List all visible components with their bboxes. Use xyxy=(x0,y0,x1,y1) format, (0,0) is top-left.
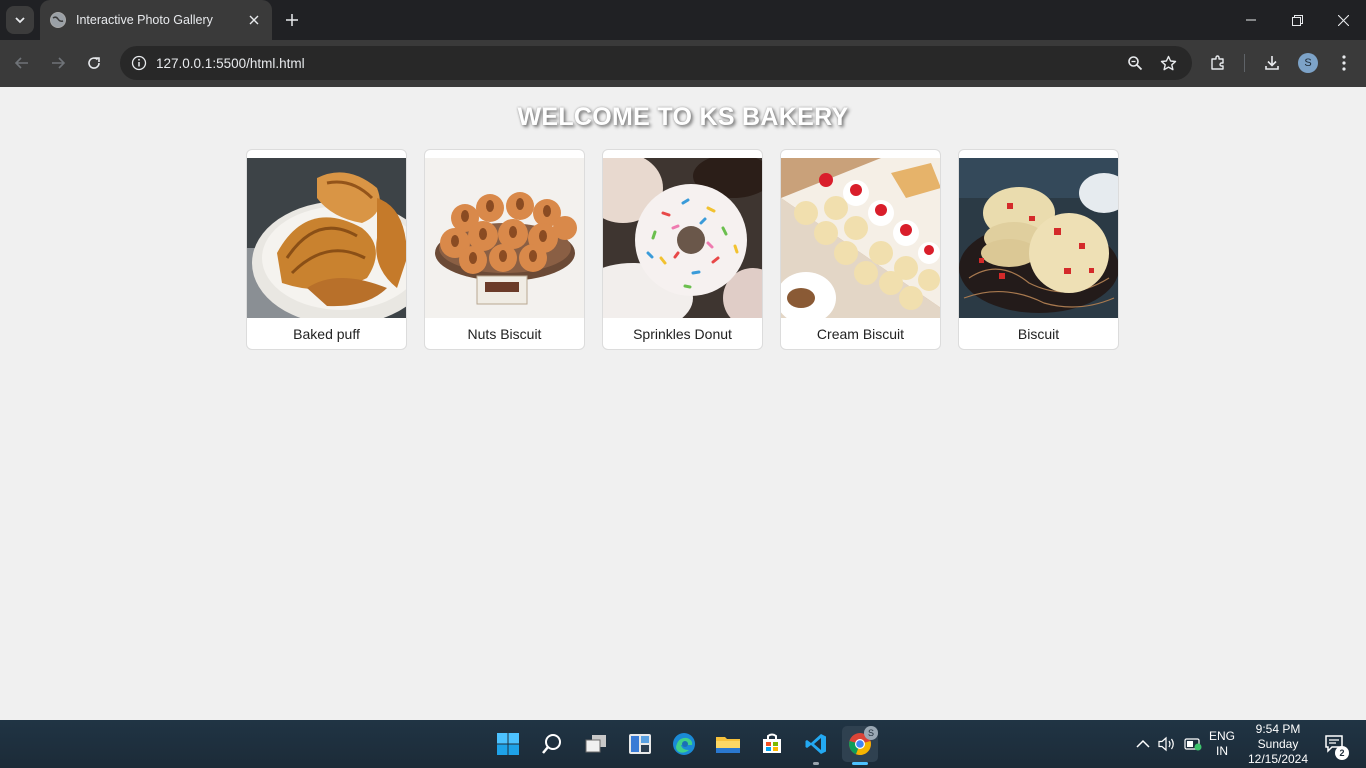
chrome-profile-badge: S xyxy=(864,726,878,740)
card-caption: Biscuit xyxy=(1017,326,1060,342)
bookmark-star-icon[interactable] xyxy=(1153,46,1183,80)
close-window-button[interactable] xyxy=(1320,0,1366,40)
menu-kebab-icon[interactable] xyxy=(1329,48,1359,78)
url-path: :5500/html.html xyxy=(212,55,305,71)
card-caption: Nuts Biscuit xyxy=(467,326,542,342)
notification-count: 2 xyxy=(1335,746,1349,760)
card-caption: Sprinkles Donut xyxy=(633,326,732,342)
arrow-right-icon xyxy=(52,57,66,69)
tab-strip: Interactive Photo Gallery xyxy=(0,0,1366,40)
edge-icon xyxy=(673,733,695,755)
clock-date: 12/15/2024 xyxy=(1247,752,1309,766)
arrow-left-icon xyxy=(14,57,28,69)
address-bar[interactable]: 127.0.0.1:5500/html.html xyxy=(120,46,1192,80)
minimize-button[interactable] xyxy=(1228,0,1274,40)
tab-active[interactable]: Interactive Photo Gallery xyxy=(40,0,272,40)
notification-center-button[interactable]: 2 xyxy=(1322,720,1349,768)
gallery-card[interactable]: Nuts Biscuit xyxy=(424,149,585,350)
tab-search-button[interactable] xyxy=(6,6,34,34)
close-tab-icon[interactable] xyxy=(246,12,262,28)
card-caption: Baked puff xyxy=(293,326,360,342)
vscode-icon xyxy=(805,734,826,754)
page-viewport: WELCOME TO KS BAKERY Baked puff Nuts Bis… xyxy=(0,87,1366,720)
battery-icon xyxy=(1184,738,1202,751)
cherry-biscuits-photo[interactable] xyxy=(959,158,1118,318)
chrome-taskbar-button[interactable]: S xyxy=(842,726,878,765)
globe-icon xyxy=(50,12,66,28)
clock-time: 9:54 PM xyxy=(1255,722,1301,736)
tab-title: Interactive Photo Gallery xyxy=(76,13,213,27)
battery-button[interactable] xyxy=(1184,720,1202,768)
toolbar-divider xyxy=(1244,54,1245,72)
gallery-card[interactable]: Cream Biscuit xyxy=(780,149,941,350)
chevron-down-icon xyxy=(15,17,25,24)
speaker-icon xyxy=(1158,736,1174,752)
back-button[interactable] xyxy=(7,48,37,78)
almond-cookies-photo[interactable] xyxy=(425,158,584,318)
site-info-icon[interactable] xyxy=(122,55,156,71)
active-indicator xyxy=(852,762,868,765)
store-icon xyxy=(763,733,781,753)
language-code: ENG xyxy=(1208,729,1235,743)
restore-button[interactable] xyxy=(1274,0,1320,40)
running-indicator xyxy=(813,762,819,765)
windows-logo-icon xyxy=(497,733,519,755)
croissants-photo[interactable] xyxy=(247,158,406,318)
plus-icon xyxy=(286,14,298,26)
new-tab-button[interactable] xyxy=(280,8,304,32)
widgets-icon xyxy=(629,734,651,754)
gallery-card[interactable]: Sprinkles Donut xyxy=(602,149,763,350)
forward-button[interactable] xyxy=(43,48,73,78)
restore-icon xyxy=(1291,14,1303,26)
volume-button[interactable] xyxy=(1158,720,1176,768)
widgets-button[interactable] xyxy=(622,726,658,762)
avatar: S xyxy=(1298,53,1318,73)
reload-button[interactable] xyxy=(79,48,109,78)
search-taskbar-button[interactable] xyxy=(534,726,570,762)
reload-icon xyxy=(88,57,100,69)
chevron-up-icon xyxy=(1136,739,1150,748)
card-caption: Cream Biscuit xyxy=(816,326,905,342)
clock[interactable]: 9:54 PM Sunday 12/15/2024 xyxy=(1236,722,1320,767)
edge-browser-button[interactable] xyxy=(666,726,702,762)
show-hidden-icons-button[interactable] xyxy=(1136,720,1150,768)
gallery-card[interactable]: Biscuit xyxy=(958,149,1119,350)
close-icon xyxy=(1337,14,1349,26)
zoom-icon[interactable] xyxy=(1120,46,1150,80)
page-title: WELCOME TO KS BAKERY xyxy=(517,103,849,131)
region-code: IN xyxy=(1216,744,1228,758)
browser-toolbar: 127.0.0.1:5500/html.html S xyxy=(0,40,1366,87)
task-view-button[interactable] xyxy=(578,726,614,762)
download-icon[interactable] xyxy=(1257,48,1287,78)
cream-biscuits-photo[interactable] xyxy=(781,158,940,318)
microsoft-store-button[interactable] xyxy=(754,726,790,762)
clock-day: Sunday xyxy=(1257,737,1299,751)
profile-avatar-button[interactable]: S xyxy=(1293,48,1323,78)
gallery-card[interactable]: Baked puff xyxy=(246,149,407,350)
extensions-puzzle-icon[interactable] xyxy=(1203,48,1233,78)
minimize-icon xyxy=(1246,19,1256,21)
url-text: 127.0.0.1:5500/html.html xyxy=(156,56,305,71)
sprinkles-donut-photo[interactable] xyxy=(603,158,762,318)
photo-gallery: Baked puff Nuts Biscuit Sprinkles Donut … xyxy=(246,149,1119,350)
search-icon xyxy=(542,734,561,754)
start-button[interactable] xyxy=(490,726,526,762)
windows-taskbar: S ENG IN 9:54 PM Sunday 12/15/2024 2 xyxy=(0,720,1366,768)
task-view-icon xyxy=(585,735,606,753)
file-explorer-button[interactable] xyxy=(710,726,746,762)
vscode-button[interactable] xyxy=(798,726,834,765)
language-indicator[interactable]: ENG IN xyxy=(1208,720,1236,768)
folder-icon xyxy=(716,737,740,753)
url-host: 127.0.0.1 xyxy=(156,55,213,71)
